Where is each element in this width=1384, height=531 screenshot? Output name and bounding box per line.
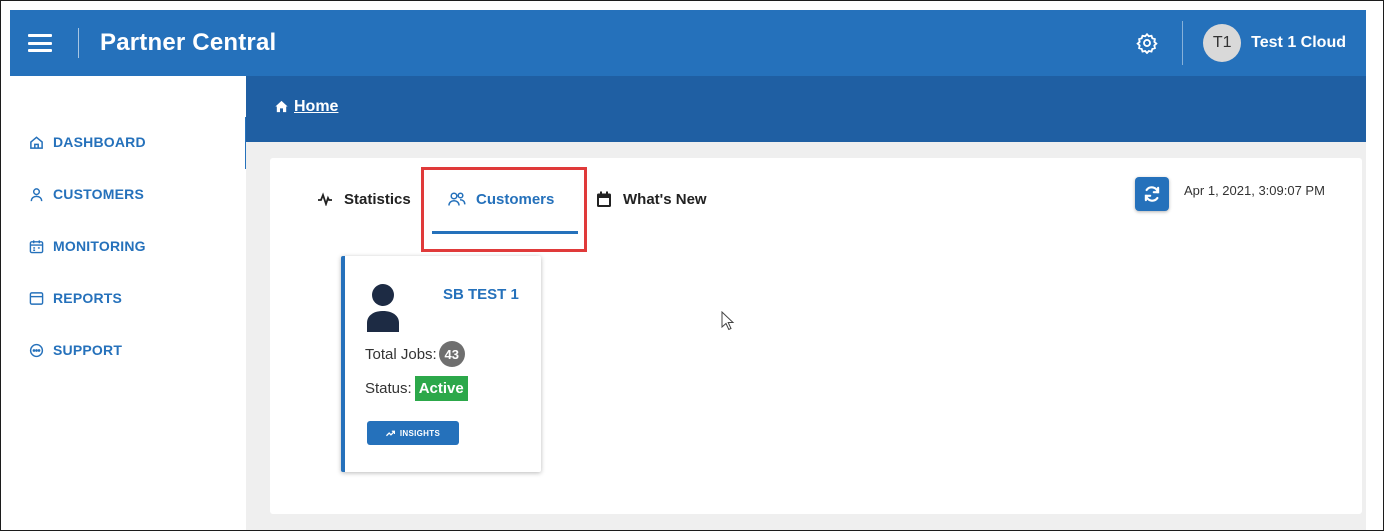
status-label: Status: <box>365 380 412 397</box>
sidebar-item-label: REPORTS <box>53 290 123 306</box>
calendar-icon <box>595 190 613 208</box>
tab-label: What's New <box>623 190 707 208</box>
app-frame: Partner Central T1 Test 1 Cloud DASHBOAR… <box>0 0 1384 531</box>
tab-customers[interactable]: Customers <box>448 190 554 208</box>
sidebar: DASHBOARD CUSTOMERS MONITORING REPORTS S <box>10 76 248 530</box>
tab-whats-new[interactable]: What's New <box>595 190 707 208</box>
home-icon <box>274 99 290 115</box>
sidebar-item-monitoring[interactable]: MONITORING <box>28 238 146 254</box>
refresh-icon <box>1143 185 1161 203</box>
total-jobs: Total Jobs: 43 <box>365 341 465 367</box>
insights-label: INSIGHTS <box>399 428 441 438</box>
settings-gear-icon[interactable] <box>1134 30 1160 56</box>
customer-card: SB TEST 1 Total Jobs: 43 Status: Active … <box>341 256 541 472</box>
main-content: Home Statistics Customers What's New Apr… <box>246 76 1366 530</box>
mouse-cursor-icon <box>721 311 735 331</box>
users-icon <box>448 190 466 208</box>
tab-label: Customers <box>476 190 555 208</box>
trending-up-icon <box>385 430 395 437</box>
sidebar-item-label: CUSTOMERS <box>53 186 144 202</box>
customer-status: Status: Active <box>365 376 468 401</box>
person-avatar-icon <box>367 284 399 332</box>
refresh-button[interactable] <box>1135 177 1169 211</box>
insights-button[interactable]: INSIGHTS <box>367 421 459 445</box>
last-updated-timestamp: Apr 1, 2021, 3:09:07 PM <box>1184 183 1325 198</box>
app-title: Partner Central <box>100 29 277 56</box>
breadcrumb-label: Home <box>294 98 339 115</box>
person-icon <box>28 186 44 202</box>
highlight-box <box>421 167 587 252</box>
menu-icon[interactable] <box>28 34 52 52</box>
user-name: Test 1 Cloud <box>1251 34 1346 51</box>
sidebar-item-label: MONITORING <box>53 238 146 254</box>
tab-statistics[interactable]: Statistics <box>316 190 411 208</box>
top-bar: Partner Central T1 Test 1 Cloud <box>10 10 1366 76</box>
sidebar-item-support[interactable]: SUPPORT <box>28 342 122 358</box>
jobs-count-badge: 43 <box>438 341 465 367</box>
active-tab-indicator <box>432 231 578 234</box>
breadcrumb-home-link[interactable]: Home <box>274 98 338 116</box>
sidebar-item-label: SUPPORT <box>53 342 123 358</box>
customer-name-link[interactable]: SB TEST 1 <box>443 286 519 303</box>
divider <box>78 28 79 58</box>
calendar-icon <box>28 238 44 254</box>
divider <box>1182 21 1184 65</box>
pulse-icon <box>316 190 334 208</box>
avatar: T1 <box>1203 24 1242 62</box>
sidebar-item-dashboard[interactable]: DASHBOARD <box>28 134 146 150</box>
sidebar-item-reports[interactable]: REPORTS <box>28 290 122 306</box>
status-badge: Active <box>414 376 468 401</box>
window-icon <box>28 290 44 306</box>
sidebar-item-customers[interactable]: CUSTOMERS <box>28 186 144 202</box>
dashboard-panel: Statistics Customers What's New Apr 1, 2… <box>270 158 1362 514</box>
sidebar-item-label: DASHBOARD <box>53 134 146 150</box>
user-menu[interactable]: T1 Test 1 Cloud <box>1203 24 1346 62</box>
home-icon <box>28 134 44 150</box>
breadcrumb: Home <box>246 76 1366 142</box>
jobs-label: Total Jobs: <box>365 345 437 363</box>
tab-label: Statistics <box>344 190 411 208</box>
chat-icon <box>28 342 44 358</box>
